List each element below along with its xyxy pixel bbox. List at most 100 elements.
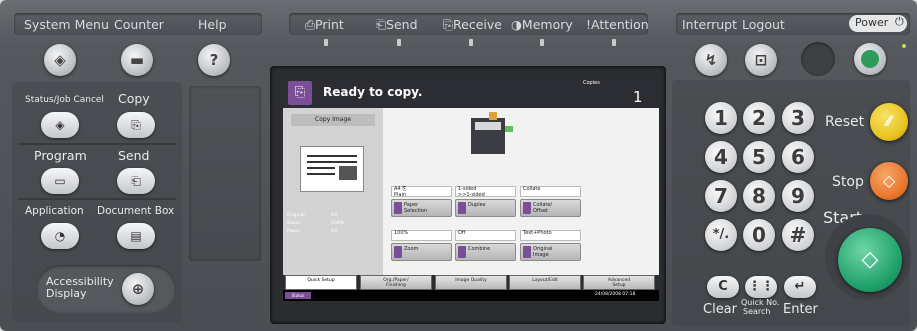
- send-button[interactable]: ⎗: [117, 168, 155, 194]
- key[interactable]: 2: [743, 102, 775, 134]
- tab[interactable]: Quick Setup: [285, 275, 357, 290]
- send-label: Send: [118, 148, 150, 163]
- interrupt-button[interactable]: ↯: [695, 44, 727, 76]
- key-label: 9: [791, 184, 805, 208]
- tab[interactable]: Org./Paper/ Finishing: [360, 275, 432, 290]
- counter-icon: ▬: [129, 51, 145, 69]
- accessibility-icon: ⊕: [131, 280, 145, 298]
- counter-button[interactable]: ▬: [121, 44, 153, 76]
- interrupt-icon: ↯: [704, 51, 718, 69]
- tab[interactable]: Layout/Edit: [509, 275, 581, 290]
- key[interactable]: 9: [782, 180, 814, 212]
- enter-button[interactable]: ↵: [784, 276, 816, 298]
- stop-icon: ◇: [882, 171, 896, 190]
- setting-button-label: Paper Selection: [404, 202, 428, 214]
- receive-icon: ⎘: [443, 17, 454, 32]
- power-label-badge: Power ⏻: [849, 15, 907, 32]
- original-label: Original: [287, 213, 305, 218]
- divider: [18, 198, 176, 200]
- memory-led: [540, 39, 544, 46]
- key[interactable]: 5: [743, 141, 775, 173]
- key[interactable]: 7: [705, 180, 737, 212]
- setting-icon: [523, 246, 531, 258]
- key-label: 3: [791, 106, 805, 130]
- clear-button[interactable]: C: [707, 276, 739, 298]
- tab[interactable]: Image Quality: [435, 275, 507, 290]
- setting-button[interactable]: Zoom: [391, 243, 452, 261]
- setting-button-label: Collate/ Offset: [533, 202, 553, 214]
- display-label: Display: [46, 287, 87, 300]
- program-icon: ▭: [54, 174, 66, 188]
- setting-button[interactable]: Duplex: [455, 199, 516, 217]
- start-icon: ◇: [861, 247, 879, 272]
- copy-button[interactable]: ⎘: [117, 112, 155, 138]
- help-icon: ?: [209, 51, 219, 69]
- status-job-cancel-button[interactable]: ◈: [41, 112, 79, 138]
- memory-icon: ◑: [511, 17, 522, 32]
- setting-value: 100%: [391, 230, 452, 241]
- receive-led: [469, 39, 473, 46]
- key-label: 7: [714, 184, 728, 208]
- document-box-label: Document Box: [97, 205, 175, 217]
- lock-icon: ⊡: [754, 51, 768, 69]
- accessibility-label: Accessibility: [46, 275, 114, 288]
- key[interactable]: 1: [705, 102, 737, 134]
- memory-indicator-label: ◑Memory: [511, 17, 573, 32]
- setting-value: Off: [455, 230, 516, 241]
- key[interactable]: #: [782, 219, 814, 251]
- power-icon: [861, 50, 879, 68]
- status-button[interactable]: Status: [285, 292, 311, 299]
- setting-button[interactable]: Original Image: [520, 243, 581, 261]
- counter-label: Counter: [114, 17, 164, 32]
- attention-led: [612, 39, 616, 46]
- tab[interactable]: Advanced Setup: [583, 275, 655, 290]
- key[interactable]: 0: [743, 219, 775, 251]
- copy-icon: ⎘: [131, 118, 141, 132]
- program-button[interactable]: ▭: [41, 168, 79, 194]
- document-box-button[interactable]: ▤: [117, 223, 155, 249]
- key[interactable]: 4: [705, 141, 737, 173]
- paper-value: A4: [331, 229, 337, 234]
- key[interactable]: */.: [705, 219, 737, 251]
- print-led: [324, 39, 328, 46]
- key-label: 2: [752, 106, 766, 130]
- divider: [18, 143, 176, 145]
- energy-saver-button[interactable]: [801, 42, 835, 76]
- system-menu-button[interactable]: ◈: [44, 44, 76, 76]
- key[interactable]: 3: [782, 102, 814, 134]
- quick-no-search-button[interactable]: ⋮⋮: [745, 276, 777, 298]
- blank-key-cover: [189, 86, 261, 261]
- grid-icon: ⋮⋮: [748, 279, 774, 294]
- start-button[interactable]: ◇: [838, 228, 902, 292]
- key[interactable]: 6: [782, 141, 814, 173]
- key[interactable]: 8: [743, 180, 775, 212]
- copy-image-button[interactable]: Copy Image: [291, 114, 375, 126]
- setting-button[interactable]: Paper Selection: [391, 199, 452, 217]
- key-label: 1: [714, 106, 728, 130]
- screen-header: ⎘ Ready to copy. Copies 1: [283, 78, 659, 108]
- setting-button-label: Zoom: [404, 246, 419, 252]
- setting-button[interactable]: Combine: [455, 243, 516, 261]
- status-message: Ready to copy.: [323, 85, 423, 99]
- stop-button[interactable]: ◇: [870, 162, 908, 200]
- copier-illustration: [461, 112, 517, 160]
- power-symbol-icon: ⏻: [895, 15, 904, 28]
- clear-label: Clear: [703, 302, 737, 317]
- power-led: [902, 44, 906, 48]
- reset-icon: ⁄⁄: [886, 114, 892, 130]
- enter-label: Enter: [783, 302, 818, 317]
- setting-button[interactable]: Collate/ Offset: [520, 199, 581, 217]
- help-button[interactable]: ?: [198, 44, 230, 76]
- accessibility-display-button[interactable]: ⊕: [122, 273, 154, 305]
- application-label: Application: [25, 205, 84, 217]
- help-label: Help: [198, 17, 227, 32]
- print-icon: ⎙: [305, 17, 316, 32]
- reset-label: Reset: [825, 114, 865, 130]
- power-button[interactable]: [854, 43, 886, 75]
- setting-value: A4 ⎘ Plain: [391, 186, 452, 197]
- reset-button[interactable]: ⁄⁄: [870, 103, 908, 141]
- logout-button[interactable]: ⊡: [745, 44, 777, 76]
- key-label: 4: [714, 145, 728, 169]
- setting-icon: [394, 202, 402, 214]
- application-button[interactable]: ◔: [41, 223, 79, 249]
